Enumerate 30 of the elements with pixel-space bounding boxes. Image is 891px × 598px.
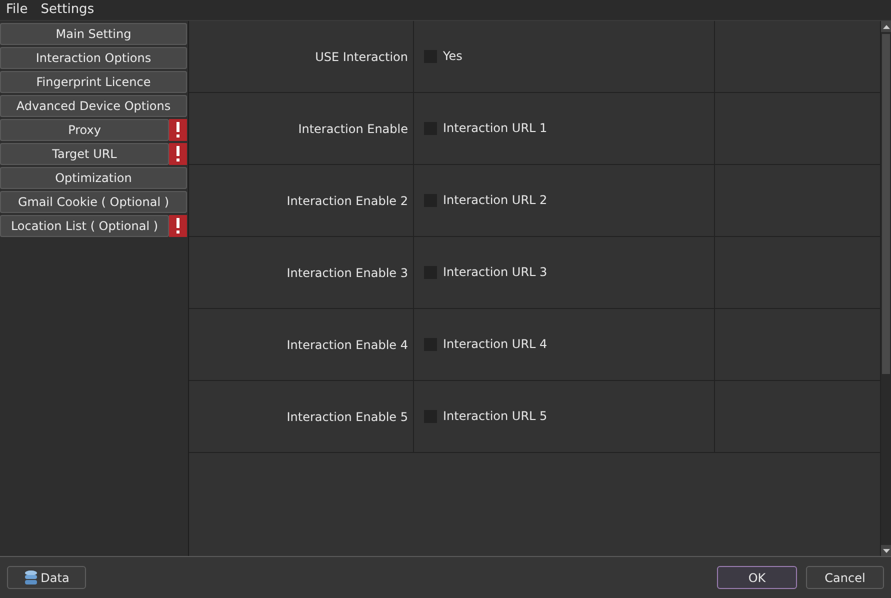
checkbox-label: Interaction URL 4 — [443, 336, 548, 353]
sidebar-item[interactable]: Proxy — [0, 119, 169, 141]
database-icon — [24, 570, 38, 586]
cancel-button[interactable]: Cancel — [806, 566, 884, 589]
sidebar-item[interactable]: Optimization — [0, 167, 187, 189]
scrollbar[interactable] — [880, 21, 891, 556]
menu-item[interactable]: File — [6, 0, 28, 20]
field-label: Interaction Enable 5 — [286, 408, 408, 426]
sidebar-item[interactable]: Advanced Device Options — [0, 95, 187, 117]
field-label: USE Interaction — [315, 48, 408, 66]
checkbox-label: Interaction URL 3 — [443, 264, 548, 281]
sidebar-item[interactable]: Gmail Cookie ( Optional ) — [0, 191, 187, 213]
field-label: Interaction Enable 4 — [286, 336, 408, 354]
data-button[interactable]: Data — [7, 566, 86, 589]
menu-item[interactable]: Settings — [40, 0, 94, 20]
field-label: Interaction Enable 3 — [286, 264, 408, 282]
sidebar-item[interactable]: Main Setting — [0, 23, 187, 45]
sidebar-item[interactable]: Interaction Options — [0, 47, 187, 69]
sidebar-item[interactable]: Location List ( Optional ) — [0, 215, 169, 237]
field-label: Interaction Enable 2 — [286, 192, 408, 210]
field-label: Interaction Enable — [298, 120, 408, 138]
ok-button[interactable]: OK — [717, 566, 797, 589]
checkbox-label: Yes — [443, 48, 462, 65]
checkbox-label: Interaction URL 1 — [443, 120, 548, 137]
scroll-down-icon[interactable] — [882, 548, 890, 552]
scroll-up-icon[interactable] — [882, 24, 890, 28]
sidebar-item[interactable]: Target URL — [0, 143, 169, 165]
checkbox-label: Interaction URL 2 — [443, 192, 548, 209]
checkbox-label: Interaction URL 5 — [443, 408, 548, 425]
sidebar-item[interactable]: Fingerprint Licence — [0, 71, 187, 93]
